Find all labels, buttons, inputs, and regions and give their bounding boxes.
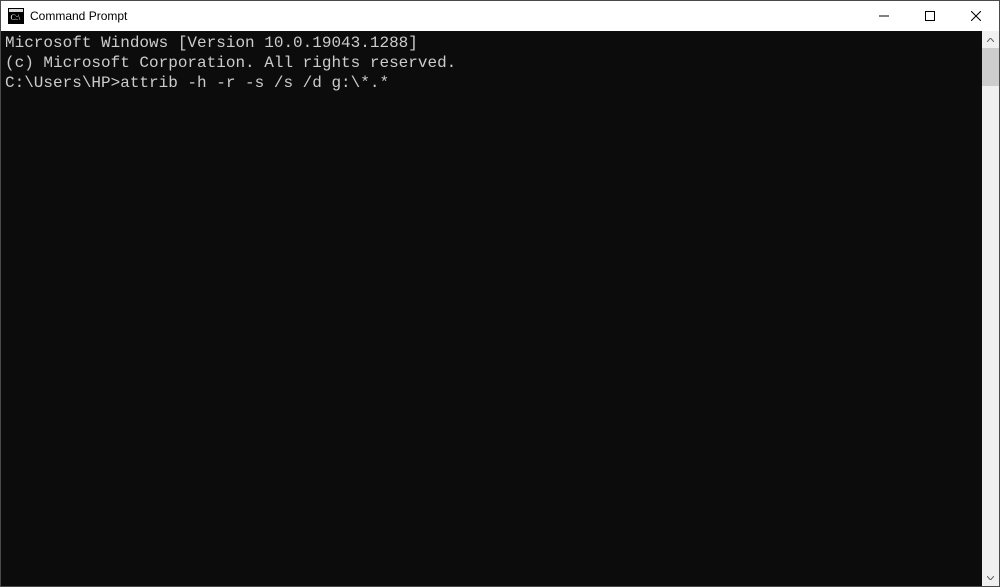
console-line-version: Microsoft Windows [Version 10.0.19043.12…: [5, 33, 982, 53]
console-prompt-line: C:\Users\HP>attrib -h -r -s /s /d g:\*.*: [5, 73, 982, 93]
titlebar-controls: [861, 1, 999, 31]
close-icon: [971, 11, 981, 21]
console-line-copyright: (c) Microsoft Corporation. All rights re…: [5, 53, 982, 73]
scroll-down-button[interactable]: [982, 569, 999, 586]
chevron-up-icon: [987, 38, 994, 42]
vertical-scrollbar[interactable]: [982, 31, 999, 586]
console-area: Microsoft Windows [Version 10.0.19043.12…: [1, 31, 999, 586]
scroll-up-button[interactable]: [982, 31, 999, 48]
chevron-down-icon: [987, 576, 994, 580]
scroll-thumb[interactable]: [982, 48, 999, 86]
console-output[interactable]: Microsoft Windows [Version 10.0.19043.12…: [1, 31, 982, 586]
maximize-icon: [925, 11, 935, 21]
window-title: Command Prompt: [30, 9, 861, 23]
app-icon: C:\: [8, 8, 24, 24]
titlebar[interactable]: C:\ Command Prompt: [1, 1, 999, 31]
console-prompt: C:\Users\HP>: [5, 74, 120, 92]
close-button[interactable]: [953, 1, 999, 31]
minimize-button[interactable]: [861, 1, 907, 31]
scroll-track[interactable]: [982, 48, 999, 569]
minimize-icon: [879, 11, 889, 21]
svg-text:C:\: C:\: [11, 13, 22, 22]
command-prompt-window: C:\ Command Prompt Micr: [0, 0, 1000, 587]
console-command-input[interactable]: attrib -h -r -s /s /d g:\*.*: [120, 74, 389, 92]
maximize-button[interactable]: [907, 1, 953, 31]
